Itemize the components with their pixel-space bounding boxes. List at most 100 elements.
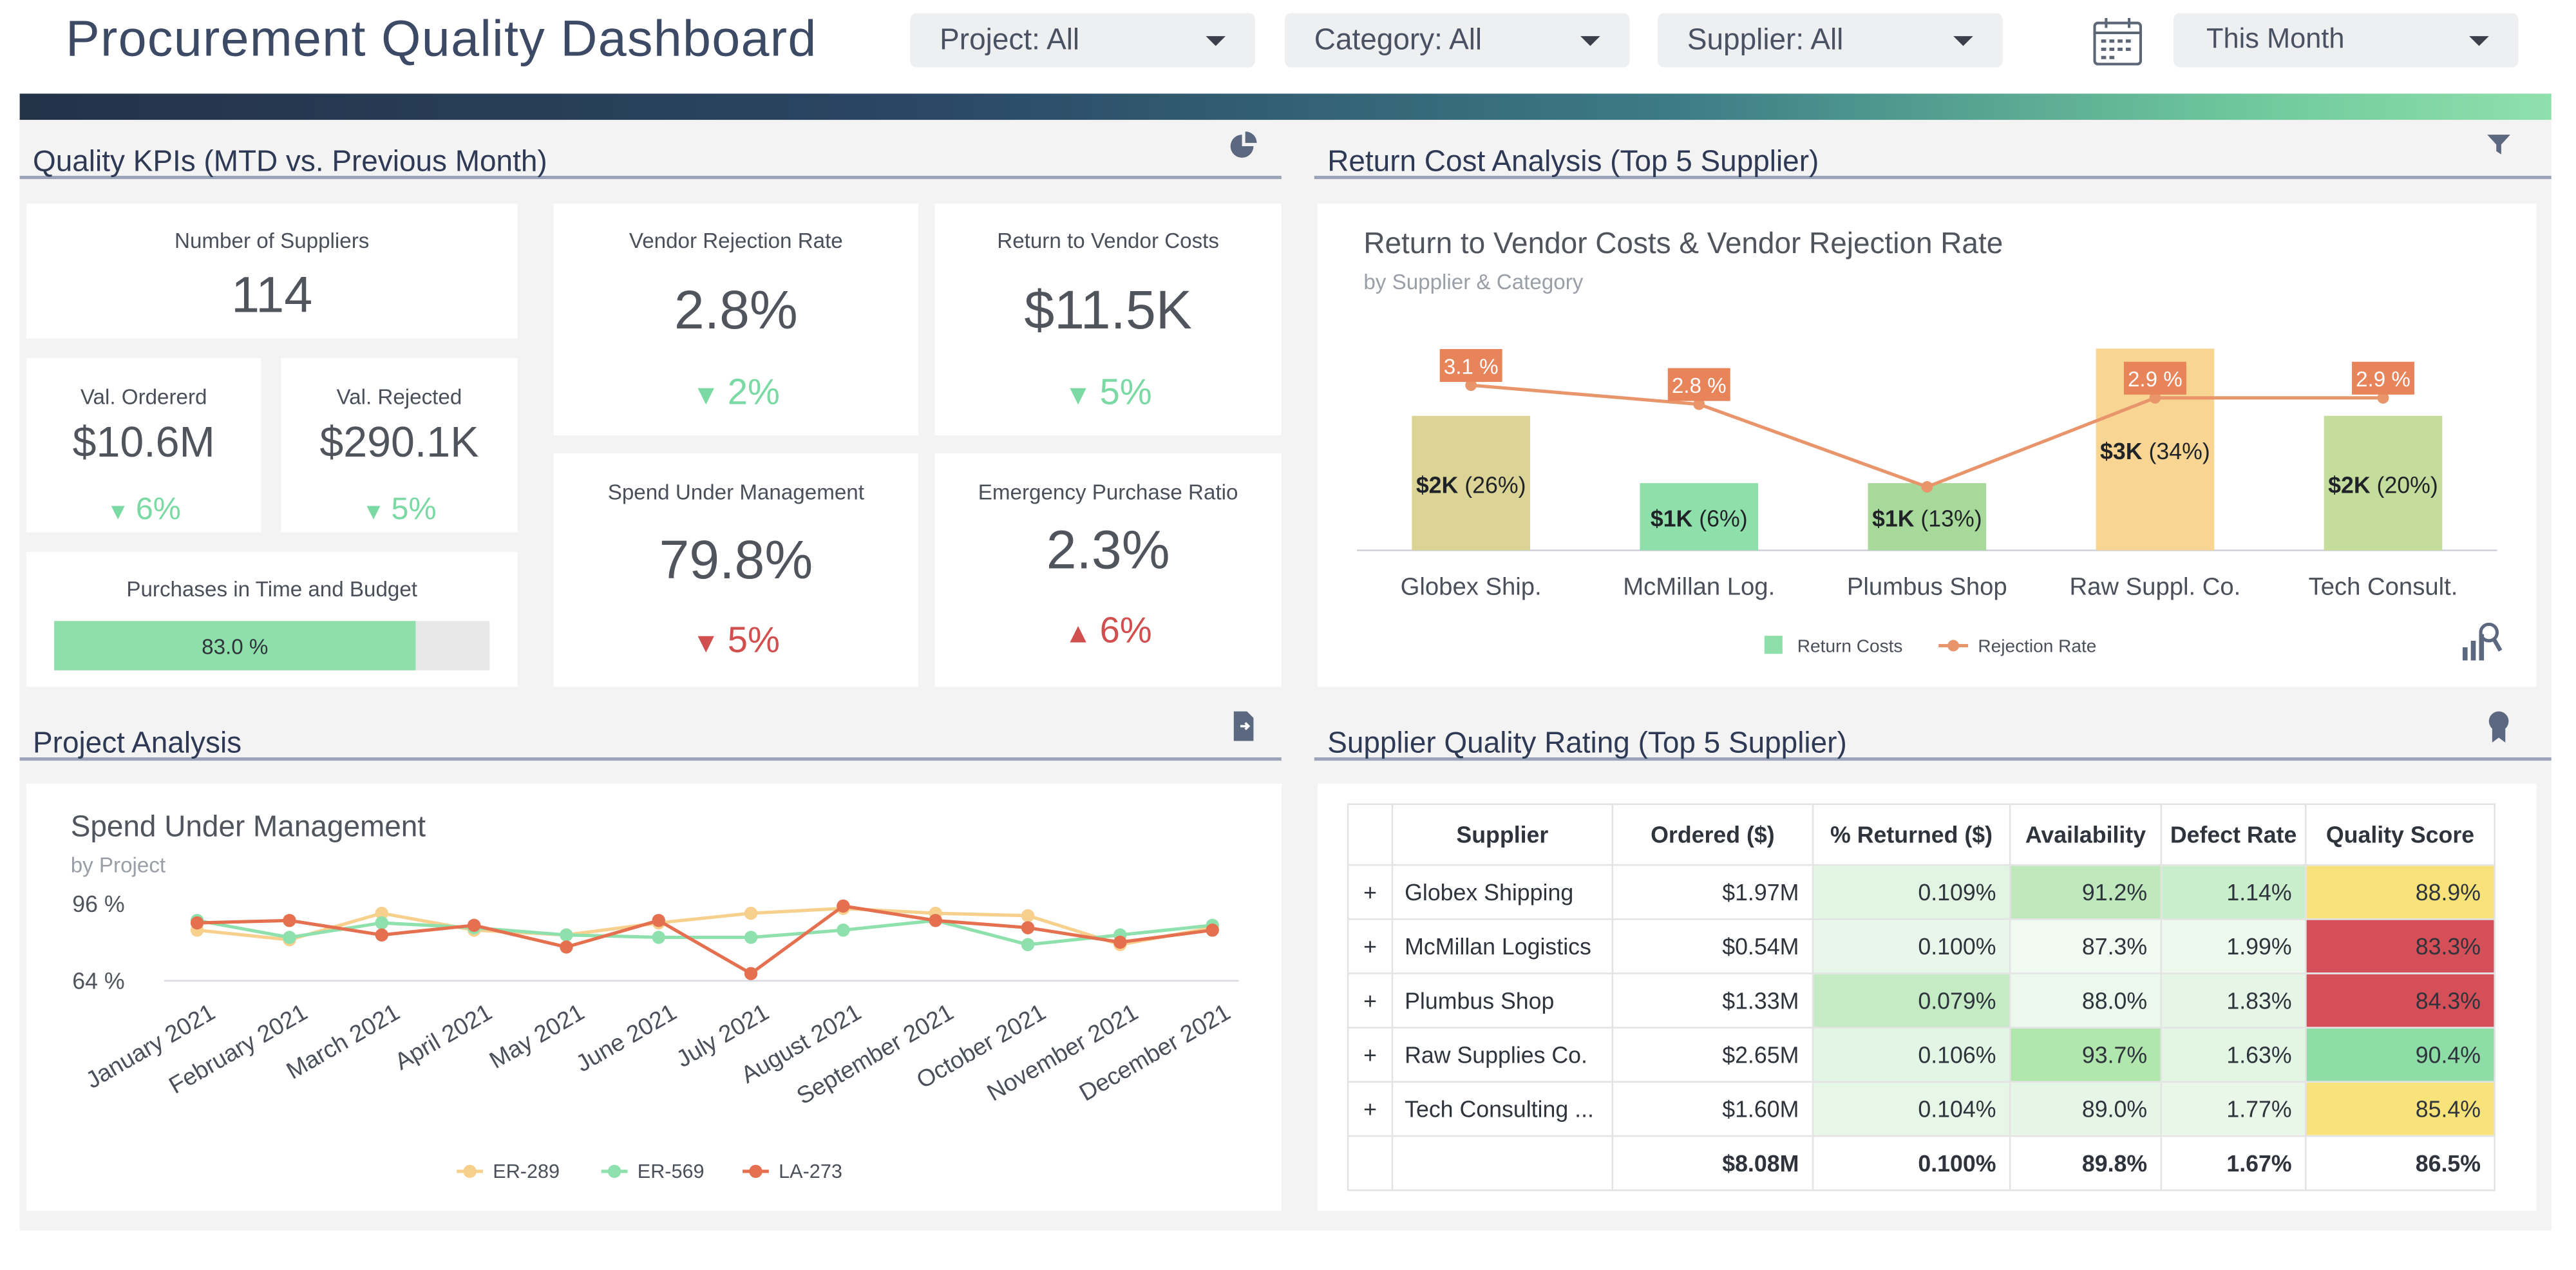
table-row[interactable]: + Plumbus Shop $1.33M 0.079% 88.0% 1.83% 84.3% bbox=[1347, 972, 2496, 1028]
kpi-value: 114 bbox=[231, 266, 313, 324]
chevron-down-icon bbox=[2469, 36, 2489, 46]
kpi-label: Purchases in Time and Budget bbox=[126, 576, 418, 602]
line-point bbox=[1021, 921, 1035, 934]
kpi-delta: ▼ 5% bbox=[554, 620, 918, 662]
bar-share: (13%) bbox=[1914, 506, 1982, 532]
bar-value: $2K bbox=[2328, 472, 2371, 498]
total-cell-empty bbox=[1391, 1135, 1614, 1191]
kpi-delta: ▼ 6% bbox=[26, 493, 261, 529]
line-point bbox=[560, 928, 573, 942]
total-availability: 89.8% bbox=[2009, 1135, 2163, 1191]
table-row[interactable]: + McMillan Logistics $0.54M 0.100% 87.3% 1.99… bbox=[1347, 918, 2496, 974]
kpi-card-return-costs: Return to Vendor Costs $11.5K ▼ 5% bbox=[934, 204, 1282, 436]
table-header[interactable]: Quality Score bbox=[2305, 803, 2496, 866]
availability-cell: 91.2% bbox=[2009, 864, 2163, 920]
kpi-delta-value: 2% bbox=[727, 371, 780, 413]
supplier-filter[interactable]: Supplier: All bbox=[1657, 13, 2003, 68]
point-label: 2.9 % bbox=[2128, 368, 2183, 392]
kpi-label: Val. Rejected bbox=[336, 384, 462, 410]
line-point bbox=[375, 916, 388, 930]
kpi-card-rejected: Val. Rejected $290.1K ▼ 5% bbox=[281, 358, 518, 533]
point-label: 3.1 % bbox=[1444, 355, 1499, 379]
ordered-cell: $0.54M bbox=[1611, 918, 1814, 974]
supplier-section-title: Supplier Quality Rating (Top 5 Supplier) bbox=[1314, 713, 2552, 761]
kpi-value: $11.5K bbox=[1024, 279, 1192, 341]
calendar-icon[interactable] bbox=[2090, 15, 2146, 68]
availability-cell: 93.7% bbox=[2009, 1027, 2163, 1083]
bar-value-label: $2K (20%) bbox=[2328, 472, 2438, 498]
kpi-label: Vendor Rejection Rate bbox=[629, 228, 843, 253]
legend-label: Rejection Rate bbox=[1978, 636, 2096, 656]
line-point bbox=[1206, 924, 1219, 937]
kpi-card-purchases: Purchases in Time and Budget 83.0 % bbox=[26, 552, 518, 687]
project-section-title: Project Analysis bbox=[19, 713, 1282, 761]
table-header[interactable]: Defect Rate bbox=[2160, 803, 2307, 866]
page-title: Procurement Quality Dashboard bbox=[66, 10, 817, 68]
line-point bbox=[375, 928, 388, 942]
kpi-delta-value: 5% bbox=[1099, 371, 1152, 413]
line-point bbox=[560, 940, 573, 954]
supplier-name: Plumbus Shop bbox=[1391, 972, 1614, 1028]
row-expand-button[interactable]: + bbox=[1347, 972, 1394, 1028]
y-tick-label: 96 % bbox=[72, 891, 124, 917]
row-expand-button[interactable]: + bbox=[1347, 864, 1394, 920]
returned-cell: 0.100% bbox=[1812, 918, 2011, 974]
kpi-card-ordered: Val. Ordererd $10.6M ▼ 6% bbox=[26, 358, 261, 533]
legend-label: ER-289 bbox=[493, 1161, 560, 1182]
kpi-delta-value: 6% bbox=[135, 493, 181, 527]
kpi-delta-value: 5% bbox=[727, 619, 780, 661]
supplier-name: Globex Shipping bbox=[1391, 864, 1614, 920]
project-section-label: Project Analysis bbox=[33, 726, 242, 759]
kpi-label: Val. Ordererd bbox=[80, 384, 207, 410]
table-row[interactable]: + Raw Supplies Co. $2.65M 0.106% 93.7% 1.63% 9… bbox=[1347, 1027, 2496, 1083]
table-header[interactable]: Availability bbox=[2009, 803, 2163, 866]
triangle-down-icon: ▼ bbox=[692, 627, 728, 659]
series-line-rejection-rate bbox=[1470, 383, 2383, 489]
total-quality: 86.5% bbox=[2305, 1135, 2496, 1191]
category-filter-label: Category: All bbox=[1314, 23, 1482, 56]
legend-swatch-return-costs bbox=[1764, 636, 1783, 654]
line-point bbox=[929, 914, 942, 927]
return-cost-section-label: Return Cost Analysis (Top 5 Supplier) bbox=[1327, 144, 1819, 178]
kpi-delta: ▼ 5% bbox=[281, 493, 517, 529]
row-expand-button[interactable]: + bbox=[1347, 1027, 1394, 1083]
return-cost-card: Return to Vendor Costs & Vendor Rejectio… bbox=[1317, 204, 2537, 687]
table-row[interactable]: + Globex Shipping $1.97M 0.109% 91.2% 1.14% 88… bbox=[1347, 864, 2496, 920]
pie-chart-icon[interactable] bbox=[1229, 131, 1258, 161]
legend-marker bbox=[607, 1164, 621, 1179]
total-ordered: $8.08M bbox=[1611, 1135, 1814, 1191]
kpi-delta-value: 5% bbox=[391, 493, 437, 527]
x-tick-label: June 2021 bbox=[571, 998, 681, 1077]
filter-icon[interactable] bbox=[2486, 131, 2512, 158]
line-point bbox=[1921, 481, 1933, 493]
dashboard: Procurement Quality Dashboard Project: A… bbox=[0, 0, 2576, 1270]
table-row[interactable]: + Tech Consulting ... $1.60M 0.104% 89.0% 1.7… bbox=[1347, 1081, 2496, 1137]
row-expand-button[interactable]: + bbox=[1347, 918, 1394, 974]
triangle-down-icon: ▼ bbox=[692, 379, 728, 411]
legend-marker bbox=[1947, 640, 1960, 652]
returned-cell: 0.104% bbox=[1812, 1081, 2011, 1137]
availability-cell: 89.0% bbox=[2009, 1081, 2163, 1137]
row-expand-button[interactable]: + bbox=[1347, 1081, 1394, 1137]
project-filter[interactable]: Project: All bbox=[910, 13, 1255, 68]
period-select[interactable]: This Month bbox=[2173, 13, 2519, 68]
chart-settings-icon[interactable] bbox=[2458, 618, 2503, 663]
table-header[interactable]: Ordered ($) bbox=[1611, 803, 1814, 866]
kpi-card-suppliers: Number of Suppliers 114 bbox=[26, 204, 518, 339]
line-point bbox=[652, 914, 665, 927]
export-icon[interactable] bbox=[1231, 710, 1257, 743]
project-chart: 96 %64 %January 2021February 2021March 2… bbox=[72, 891, 1239, 1182]
table-header[interactable]: Supplier bbox=[1391, 803, 1614, 866]
kpi-delta: ▼ 5% bbox=[935, 372, 1282, 414]
legend-label: Return Costs bbox=[1797, 636, 1903, 656]
table-header[interactable]: % Returned ($) bbox=[1812, 803, 2011, 866]
availability-cell: 87.3% bbox=[2009, 918, 2163, 974]
line-point bbox=[744, 931, 758, 944]
kpi-delta-value: 6% bbox=[1099, 609, 1152, 651]
category-filter[interactable]: Category: All bbox=[1284, 13, 1630, 68]
returned-cell: 0.079% bbox=[1812, 972, 2011, 1028]
project-filter-label: Project: All bbox=[940, 23, 1080, 56]
ordered-cell: $1.97M bbox=[1611, 864, 1814, 920]
award-icon[interactable] bbox=[2486, 708, 2512, 744]
project-card: Spend Under Management by Project 96 % 64… bbox=[26, 783, 1282, 1211]
